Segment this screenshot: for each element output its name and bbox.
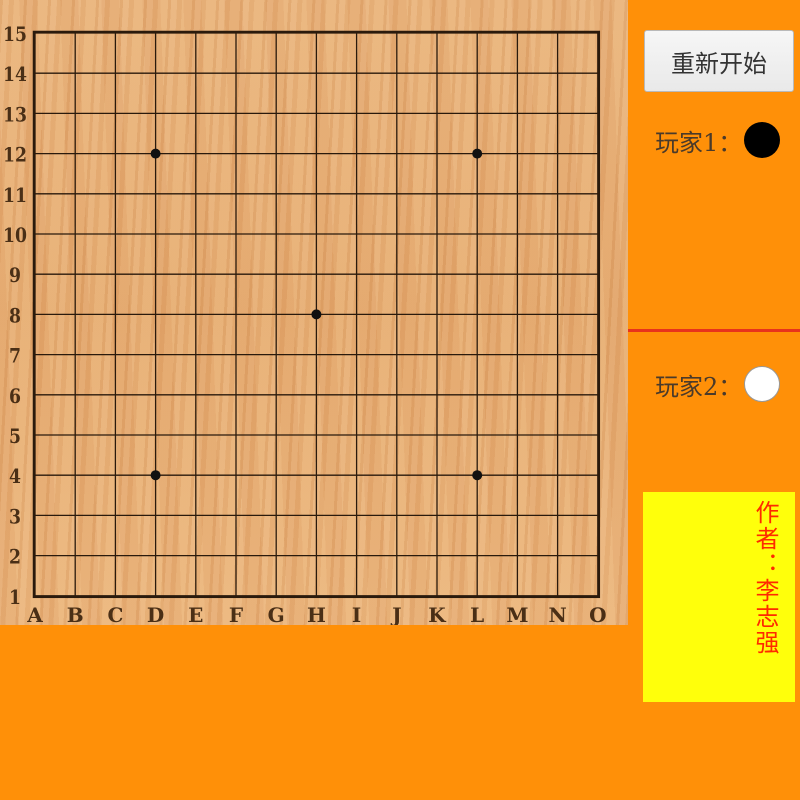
- row-label: 11: [3, 183, 27, 207]
- row-label: 15: [3, 22, 27, 46]
- white-stone-icon: [744, 366, 781, 402]
- row-label: 2: [9, 545, 21, 569]
- row-label: 10: [3, 223, 27, 247]
- column-label: N: [548, 603, 566, 625]
- row-label: 3: [9, 504, 21, 528]
- column-label: E: [188, 603, 203, 625]
- column-label: L: [470, 603, 484, 625]
- column-label: C: [107, 603, 123, 625]
- column-label: G: [268, 603, 285, 625]
- row-label: 14: [3, 62, 27, 86]
- column-label: O: [589, 603, 606, 625]
- row-label: 4: [9, 464, 21, 488]
- row-label: 5: [9, 424, 21, 448]
- column-label: A: [26, 603, 43, 625]
- column-label: J: [390, 603, 401, 625]
- row-label: 12: [3, 143, 27, 167]
- row-label: 13: [3, 102, 27, 126]
- row-label: 6: [9, 384, 21, 408]
- star-point: [472, 470, 483, 481]
- column-label: F: [229, 603, 243, 625]
- column-label: H: [307, 603, 326, 625]
- star-point: [311, 309, 322, 320]
- player-1: 玩家1：: [655, 120, 781, 160]
- column-label: B: [67, 603, 84, 625]
- star-point: [150, 148, 161, 159]
- star-point: [472, 148, 483, 159]
- player-divider: [628, 329, 800, 332]
- row-label: 1: [9, 585, 21, 609]
- restart-button[interactable]: 重新开始: [644, 30, 794, 92]
- player-1-label: 玩家1：: [655, 128, 743, 157]
- column-label: I: [352, 603, 361, 625]
- column-label: K: [428, 603, 446, 625]
- row-label: 8: [9, 303, 21, 327]
- row-label: 7: [9, 344, 21, 368]
- black-stone-icon: [744, 122, 781, 158]
- author-credit: 作者：李志强: [751, 500, 779, 656]
- player-2-label: 玩家2：: [655, 372, 743, 401]
- go-board[interactable]: A B C D E F G H I J K L M N O 15 14 13 12 11 10 9 8 7 6 5 4 3 2 1: [0, 0, 628, 625]
- star-point: [150, 470, 161, 481]
- board-grid[interactable]: A B C D E F G H I J K L M N O 15 14 13 12 11 10 9 8 7 6 5 4 3 2 1: [0, 0, 628, 625]
- column-label: D: [147, 603, 164, 625]
- credits-panel: 作者：李志强: [643, 492, 795, 702]
- column-label: M: [506, 603, 528, 625]
- player-2: 玩家2：: [655, 364, 781, 404]
- row-label: 9: [9, 263, 21, 287]
